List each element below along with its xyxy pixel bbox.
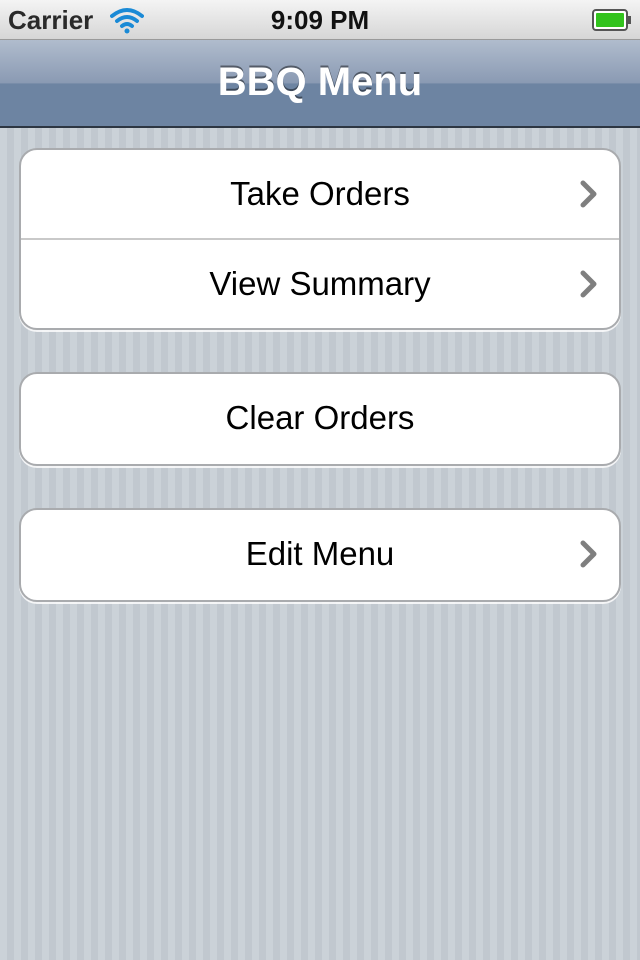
- group-edit: Edit Menu: [19, 508, 621, 602]
- chevron-right-icon: [580, 180, 597, 208]
- status-time: 9:09 PM: [270, 5, 370, 35]
- view-summary-label: View Summary: [209, 265, 431, 302]
- status-bar: Carrier 9:09 PM: [0, 0, 640, 40]
- edit-menu-row[interactable]: Edit Menu: [21, 510, 619, 598]
- chevron-right-icon: [580, 270, 597, 298]
- group-orders: Take Orders View Summary: [19, 148, 621, 330]
- battery-icon: [592, 9, 631, 31]
- chevron-right-icon: [580, 540, 597, 568]
- edit-menu-label: Edit Menu: [245, 535, 395, 572]
- navigation-bar: BBQ Menu: [0, 40, 640, 128]
- take-orders-label: Take Orders: [230, 175, 410, 212]
- clear-orders-label: Clear Orders: [225, 399, 415, 436]
- take-orders-row[interactable]: Take Orders: [21, 150, 619, 238]
- view-summary-row[interactable]: View Summary: [21, 238, 619, 326]
- page-title: BBQ Menu: [217, 60, 423, 104]
- app-screen: Carrier 9:09 PM BBQ Menu Take Orders Vie…: [0, 0, 640, 960]
- clear-orders-row[interactable]: Clear Orders: [21, 374, 619, 462]
- group-clear: Clear Orders: [19, 372, 621, 466]
